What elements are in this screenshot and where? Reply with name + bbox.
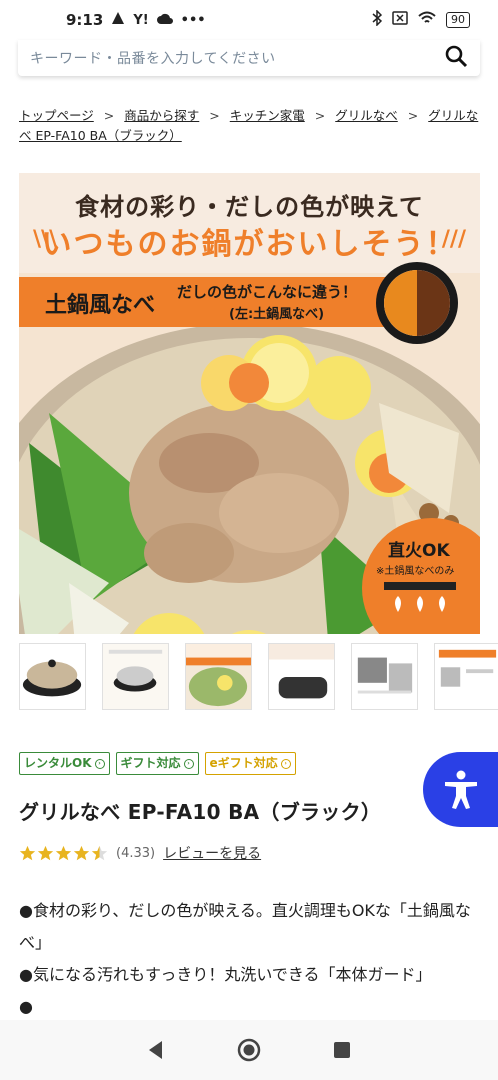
desc-line: ● (19, 997, 33, 1016)
thumb-features[interactable] (434, 643, 498, 710)
star-icon (37, 845, 54, 860)
product-title: グリルなべ EP-FA10 BA（ブラック） (19, 800, 382, 824)
badge-note: ※土鍋風なべのみ (376, 566, 455, 577)
accessibility-icon (444, 770, 477, 809)
tag-egift-label: eギフト対応 (209, 756, 278, 770)
thumbnail-strip (19, 643, 498, 711)
yahoo-icon: Y! (133, 12, 149, 28)
search-input[interactable]: キーワード・品番を入力してください (30, 48, 276, 68)
hero-band-main: 土鍋風なべ (45, 293, 156, 318)
star-icon (73, 845, 90, 860)
breadcrumb: トップページ > 商品から探す > キッチン家電 > グリルなべ > グリルなべ EP-FA10… (19, 108, 479, 143)
system-nav-bar (0, 1020, 498, 1080)
breadcrumb-products[interactable]: 商品から探す (124, 108, 199, 123)
star-rating (19, 845, 108, 862)
status-left: 9:13 Y! ••• (66, 11, 206, 29)
star-icon (19, 845, 36, 860)
rating-value: (4.33) (116, 845, 156, 861)
thumb-usage[interactable] (351, 643, 418, 710)
rating-row: (4.33) レビューを見る (19, 843, 261, 863)
flame-icon (384, 582, 456, 612)
cloud-icon (156, 11, 173, 29)
thumb-product-diagram[interactable] (102, 643, 169, 710)
breadcrumb-grill[interactable]: グリルなべ (335, 108, 398, 123)
breadcrumb-kitchen[interactable]: キッチン家電 (230, 108, 305, 123)
thumb-nabe-photo[interactable] (185, 643, 252, 710)
review-link[interactable]: レビューを見る (163, 843, 261, 863)
hero-band-sub2: (左:土鍋風なべ) (229, 307, 325, 322)
tag-rental-label: レンタルOK (24, 756, 92, 770)
bluetooth-icon (372, 9, 383, 30)
tag-rental[interactable]: レンタルOK › (19, 752, 110, 775)
star-icon (55, 845, 72, 860)
status-right: 90 (372, 9, 470, 30)
tag-gift-label: ギフト対応 (120, 756, 181, 770)
thumb-dashi-compare[interactable] (268, 643, 335, 710)
hero-subheadline: いつものお鍋がおいしそう！ (41, 227, 458, 262)
thumb-product-photo[interactable] (19, 643, 86, 710)
badge-title: 直火OK (388, 541, 450, 561)
accessibility-button[interactable] (423, 752, 498, 827)
hero-headline: 食材の彩り・だしの色が映えて (75, 193, 424, 221)
search-icon[interactable] (444, 44, 468, 72)
chevron-right-icon: › (183, 758, 194, 769)
recents-icon[interactable] (329, 1037, 355, 1063)
tag-egift[interactable]: eギフト対応 › (204, 752, 296, 775)
hiking-icon (111, 11, 125, 29)
hero-image[interactable]: 食材の彩り・だしの色が映えて \\\ いつものお鍋がおいしそう！ /// 土鍋風… (19, 173, 480, 634)
chevron-right-icon: › (280, 758, 291, 769)
product-description: ●食材の彩り、だしの色が映える。直火調理もOKな「土鍋風なべ」 ●気になる汚れも… (19, 895, 479, 1023)
hero-band-sub1: だしの色がこんなに違う！ (177, 283, 358, 301)
desc-line: ●気になる汚れもすっきり！丸洗いできる「本体ガード」 (19, 965, 432, 984)
no-sim-icon (392, 11, 408, 29)
tag-gift[interactable]: ギフト対応 › (115, 752, 199, 775)
tag-row: レンタルOK › ギフト対応 › eギフト対応 › (19, 752, 296, 775)
battery-icon: 90 (446, 12, 470, 28)
half-star-icon (91, 845, 108, 860)
more-icon: ••• (180, 12, 206, 28)
wifi-icon (418, 11, 436, 29)
status-time: 9:13 (66, 11, 104, 29)
dashi-compare-icon (376, 262, 458, 344)
chevron-right-icon: › (94, 758, 105, 769)
status-bar: 9:13 Y! ••• 90 (0, 0, 498, 40)
hero-slash-right: /// (441, 227, 466, 252)
breadcrumb-top[interactable]: トップページ (19, 108, 94, 123)
desc-line: ●食材の彩り、だしの色が映える。直火調理もOKな「土鍋風なべ」 (19, 901, 471, 952)
home-icon[interactable] (236, 1037, 262, 1063)
search-bar[interactable]: キーワード・品番を入力してください (18, 40, 480, 76)
back-icon[interactable] (143, 1037, 169, 1063)
